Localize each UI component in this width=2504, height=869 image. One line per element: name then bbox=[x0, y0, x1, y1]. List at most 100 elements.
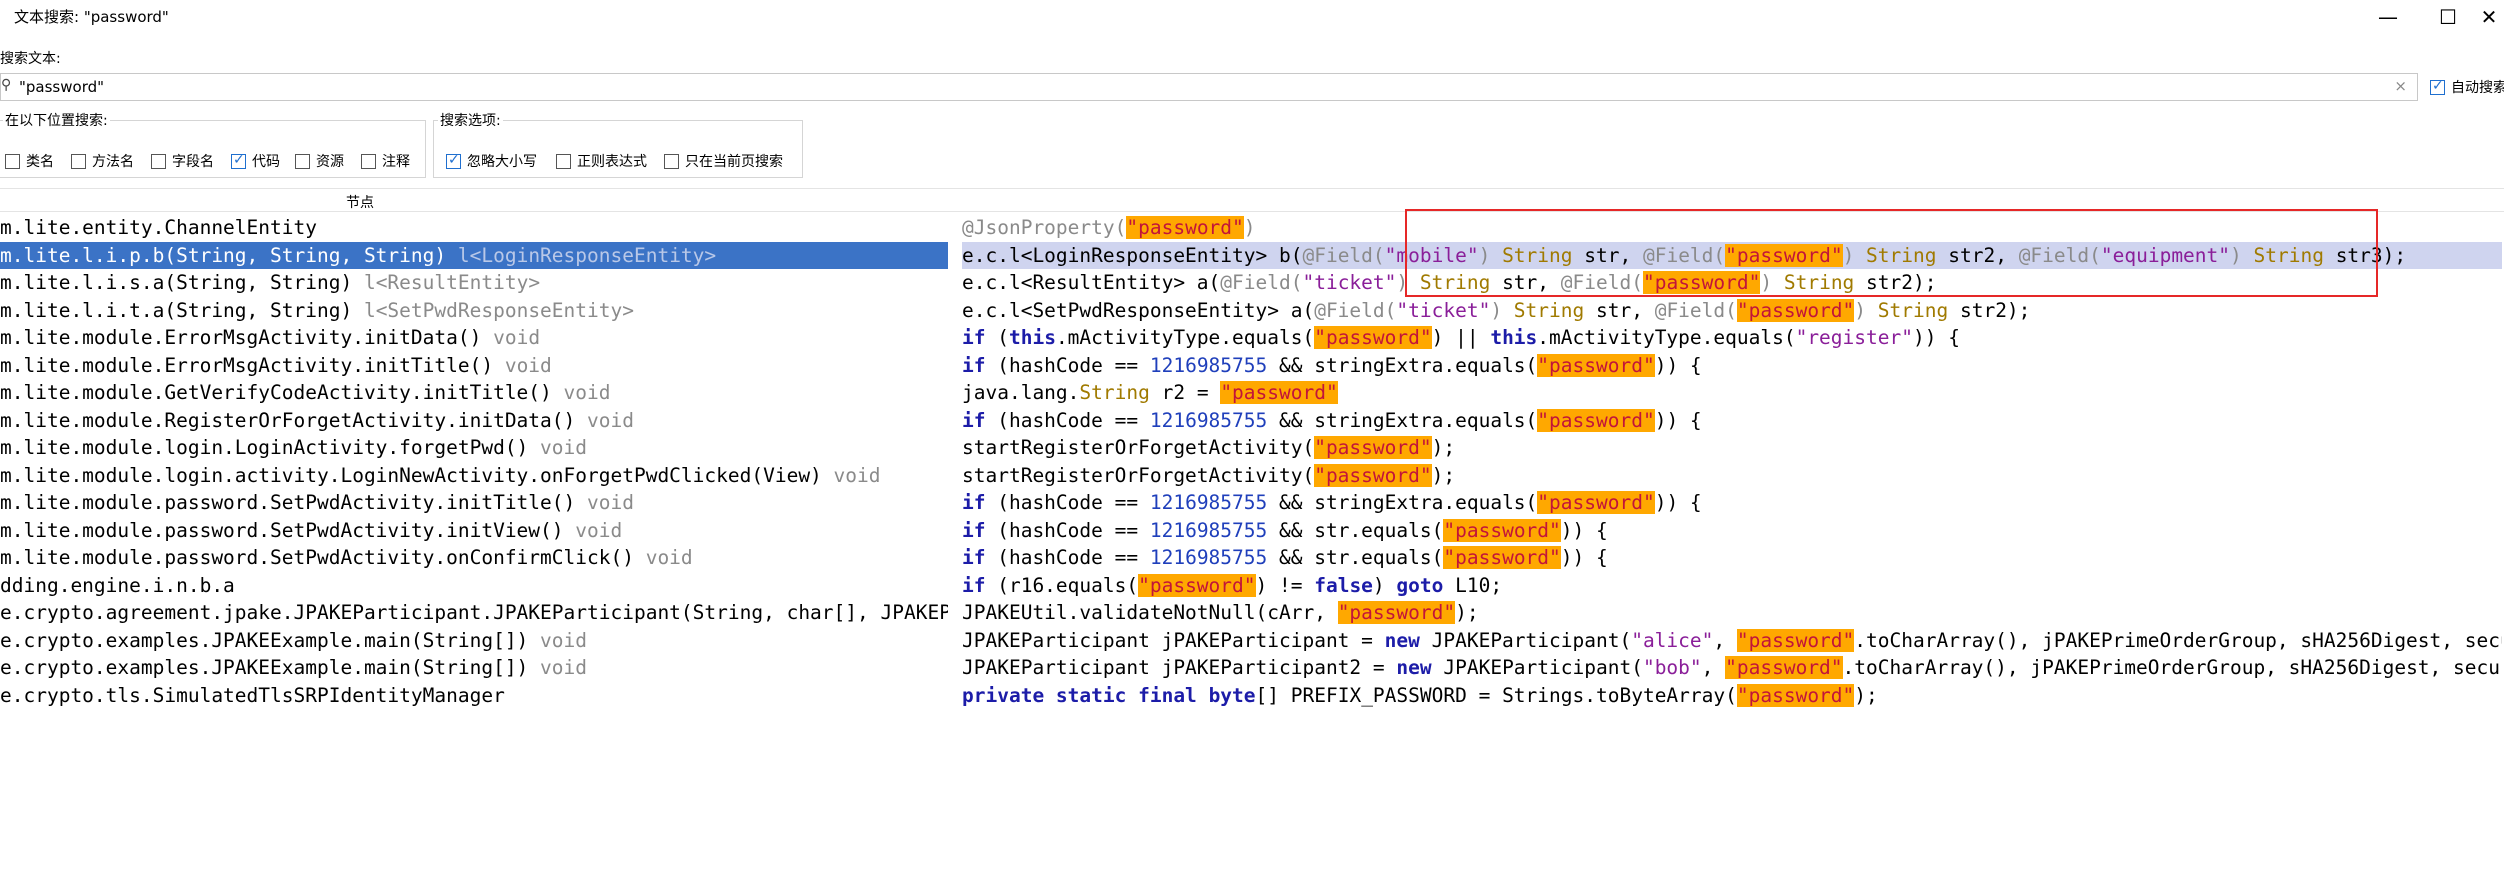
code-token: ) != bbox=[1255, 573, 1315, 597]
result-code[interactable]: JPAKEParticipant jPAKEParticipant = new … bbox=[962, 627, 2502, 655]
result-node[interactable]: m.lite.entity.ChannelEntity bbox=[0, 214, 948, 242]
result-row[interactable]: e.crypto.agreement.jpake.JPAKEParticipan… bbox=[0, 599, 2504, 627]
result-code[interactable]: private static final byte[] PREFIX_PASSW… bbox=[962, 682, 2502, 710]
regex-checkbox[interactable] bbox=[556, 153, 571, 169]
option-regex[interactable]: 正则表达式 bbox=[556, 151, 647, 171]
code-token: 1216985755 bbox=[1149, 546, 1268, 569]
option-current-page[interactable]: 只在当前页搜索 bbox=[664, 151, 783, 171]
result-code[interactable]: startRegisterOrForgetActivity("password"… bbox=[962, 462, 2502, 490]
result-code[interactable]: java.lang.String r2 = "password" bbox=[962, 379, 2502, 407]
result-node[interactable]: m.lite.module.login.LoginActivity.forget… bbox=[0, 434, 948, 462]
minimize-button[interactable]: — bbox=[2358, 0, 2418, 34]
auto-search-checkbox[interactable]: 自动搜索 bbox=[2430, 77, 2504, 97]
result-code[interactable]: @JsonProperty("password") bbox=[962, 214, 2502, 242]
result-code[interactable]: JPAKEParticipant jPAKEParticipant2 = new… bbox=[962, 654, 2502, 682]
search-box[interactable]: ⚲ × bbox=[0, 73, 2418, 101]
result-code[interactable]: if (hashCode == 1216985755 && str.equals… bbox=[962, 544, 2502, 572]
result-node[interactable]: m.lite.l.i.s.a(String, String) l<ResultE… bbox=[0, 269, 948, 297]
result-code[interactable]: if (hashCode == 1216985755 && str.equals… bbox=[962, 517, 2502, 545]
result-row[interactable]: e.crypto.tls.SimulatedTlsSRPIdentityMana… bbox=[0, 682, 2504, 710]
option-label: 代码 bbox=[252, 154, 280, 170]
code-token: JPAKEUtil.validateNotNull(cArr, bbox=[962, 601, 1338, 624]
code-token: ) bbox=[1396, 271, 1420, 294]
code-token: if bbox=[962, 491, 986, 514]
ignore-case-checkbox[interactable] bbox=[446, 152, 461, 169]
return-type: void bbox=[563, 381, 611, 404]
result-row[interactable]: m.lite.module.RegisterOrForgetActivity.i… bbox=[0, 407, 2504, 435]
result-node[interactable]: m.lite.module.GetVerifyCodeActivity.init… bbox=[0, 379, 948, 407]
result-row[interactable]: m.lite.module.GetVerifyCodeActivity.init… bbox=[0, 379, 2504, 407]
result-node[interactable]: m.lite.l.i.t.a(String, String) l<SetPwdR… bbox=[0, 297, 948, 325]
close-button[interactable]: ✕ bbox=[2474, 0, 2504, 34]
result-row[interactable]: e.crypto.examples.JPAKEExample.main(Stri… bbox=[0, 627, 2504, 655]
result-code[interactable]: e.c.l<ResultEntity> a(@Field("ticket") S… bbox=[962, 269, 2502, 297]
node-text: m.lite.module.password.SetPwdActivity.on… bbox=[0, 546, 646, 569]
option-code[interactable]: 代码 bbox=[231, 151, 280, 171]
option-resource[interactable]: 资源 bbox=[295, 151, 344, 171]
result-node[interactable]: m.lite.module.password.SetPwdActivity.on… bbox=[0, 544, 948, 572]
result-row[interactable]: m.lite.module.ErrorMsgActivity.initTitle… bbox=[0, 352, 2504, 380]
match-highlight: "password" bbox=[1537, 408, 1655, 432]
option-field-name[interactable]: 字段名 bbox=[151, 151, 214, 171]
code-token: ); bbox=[1431, 463, 1456, 487]
option-comment[interactable]: 注释 bbox=[361, 151, 410, 171]
field-name-checkbox[interactable] bbox=[151, 153, 166, 169]
result-node[interactable]: m.lite.module.RegisterOrForgetActivity.i… bbox=[0, 407, 948, 435]
result-row[interactable]: m.lite.l.i.p.b(String, String, String) l… bbox=[0, 241, 2504, 269]
result-node[interactable]: m.lite.module.password.SetPwdActivity.in… bbox=[0, 489, 948, 517]
result-row[interactable]: m.lite.l.i.s.a(String, String) l<ResultE… bbox=[0, 269, 2504, 297]
result-code[interactable]: startRegisterOrForgetActivity("password"… bbox=[962, 434, 2502, 462]
code-token: @Field( bbox=[1560, 271, 1643, 294]
result-row[interactable]: m.lite.module.ErrorMsgActivity.initData(… bbox=[0, 324, 2504, 352]
method-name-checkbox[interactable] bbox=[71, 153, 86, 169]
comment-checkbox[interactable] bbox=[361, 153, 376, 169]
result-row[interactable]: m.lite.module.password.SetPwdActivity.in… bbox=[0, 517, 2504, 545]
resource-checkbox[interactable] bbox=[295, 153, 310, 169]
code-token: @Field( bbox=[1220, 271, 1303, 294]
result-row[interactable]: dding.engine.i.n.b.a if (r16.equals("pass… bbox=[0, 572, 2504, 600]
result-node[interactable]: dding.engine.i.n.b.a bbox=[0, 572, 948, 600]
column-header-node[interactable]: 节点 bbox=[346, 192, 374, 212]
result-row[interactable]: m.lite.l.i.t.a(String, String) l<SetPwdR… bbox=[0, 297, 2504, 325]
code-token: str2, bbox=[1936, 243, 2019, 267]
code-checkbox[interactable] bbox=[231, 152, 246, 169]
result-code[interactable]: if (hashCode == 1216985755 && stringExtr… bbox=[962, 352, 2502, 380]
result-code[interactable]: JPAKEUtil.validateNotNull(cArr, "passwor… bbox=[962, 599, 2502, 627]
result-row[interactable]: m.lite.module.password.SetPwdActivity.on… bbox=[0, 544, 2504, 572]
return-type: void bbox=[645, 546, 693, 569]
node-text: m.lite.module.password.SetPwdActivity.in… bbox=[0, 491, 587, 514]
result-code[interactable]: e.c.l<LoginResponseEntity> b(@Field("mob… bbox=[962, 241, 2502, 269]
option-class-name[interactable]: 类名 bbox=[5, 151, 54, 171]
current-page-checkbox[interactable] bbox=[664, 153, 679, 169]
option-method-name[interactable]: 方法名 bbox=[71, 151, 134, 171]
option-ignore-case[interactable]: 忽略大小写 bbox=[446, 151, 537, 171]
result-code[interactable]: if (r16.equals("password") != false) got… bbox=[962, 572, 2502, 600]
result-row[interactable]: m.lite.module.login.LoginActivity.forget… bbox=[0, 434, 2504, 462]
code-token: ( bbox=[985, 326, 1009, 349]
result-node[interactable]: m.lite.module.ErrorMsgActivity.initTitle… bbox=[0, 352, 948, 380]
class-name-checkbox[interactable] bbox=[5, 153, 20, 169]
auto-search-check-icon[interactable] bbox=[2430, 78, 2445, 95]
result-node[interactable]: m.lite.l.i.p.b(String, String, String) l… bbox=[0, 241, 948, 269]
result-node[interactable]: m.lite.module.ErrorMsgActivity.initData(… bbox=[0, 324, 948, 352]
result-code[interactable]: if (hashCode == 1216985755 && stringExtr… bbox=[962, 489, 2502, 517]
search-input[interactable] bbox=[19, 77, 2369, 97]
result-node[interactable]: m.lite.module.login.activity.LoginNewAct… bbox=[0, 462, 948, 490]
result-code[interactable]: if (this.mActivityType.equals("password"… bbox=[962, 324, 2502, 352]
clear-search-icon[interactable]: × bbox=[2394, 77, 2407, 95]
node-text: m.lite.module.GetVerifyCodeActivity.init… bbox=[0, 381, 564, 404]
result-code[interactable]: e.c.l<SetPwdResponseEntity> a(@Field("ti… bbox=[962, 297, 2502, 325]
result-node[interactable]: e.crypto.examples.JPAKEExample.main(Stri… bbox=[0, 627, 948, 655]
maximize-button[interactable]: ☐ bbox=[2418, 0, 2478, 34]
result-row[interactable]: m.lite.entity.ChannelEntity @JsonProperty… bbox=[0, 214, 2504, 242]
result-code[interactable]: if (hashCode == 1216985755 && stringExtr… bbox=[962, 407, 2502, 435]
result-row[interactable]: m.lite.module.login.activity.LoginNewAct… bbox=[0, 462, 2504, 490]
result-row[interactable]: e.crypto.examples.JPAKEExample.main(Stri… bbox=[0, 654, 2504, 682]
code-token: String bbox=[1079, 381, 1150, 404]
result-node[interactable]: e.crypto.examples.JPAKEExample.main(Stri… bbox=[0, 654, 948, 682]
result-node[interactable]: e.crypto.agreement.jpake.JPAKEParticipan… bbox=[0, 599, 948, 627]
result-node[interactable]: e.crypto.tls.SimulatedTlsSRPIdentityMana… bbox=[0, 682, 948, 710]
result-node[interactable]: m.lite.module.password.SetPwdActivity.in… bbox=[0, 517, 948, 545]
result-row[interactable]: m.lite.module.password.SetPwdActivity.in… bbox=[0, 489, 2504, 517]
search-in-label: 在以下位置搜索: bbox=[3, 110, 110, 130]
